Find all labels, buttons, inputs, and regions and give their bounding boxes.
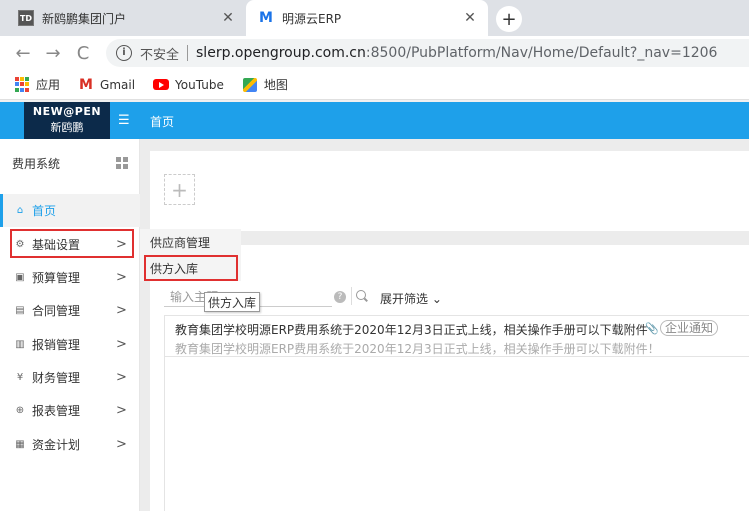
notice-title[interactable]: 教育集团学校明源ERP费用系统于2020年12月3日正式上线，相关操作手册可以下… xyxy=(175,321,648,338)
close-icon[interactable]: ✕ xyxy=(218,10,238,26)
sidebar-item-label: 预算管理 xyxy=(32,271,81,285)
page-title[interactable]: 首页 xyxy=(150,113,174,130)
sidebar: 费用系统 ⌂ 首页 ⚙ 基础设置 > ▣ 预算管理 > ▤ 合同管理 > ▥ 报… xyxy=(0,139,140,511)
mingyuan-favicon-icon: M xyxy=(259,10,273,26)
report-icon: ⊕ xyxy=(15,405,25,416)
sidebar-item-label: 财务管理 xyxy=(32,371,81,385)
address-bar: ← → C i 不安全 slerp.opengroup.com.cn:8500/… xyxy=(0,36,749,70)
info-icon[interactable]: i xyxy=(116,45,132,61)
divider xyxy=(187,45,189,61)
chevron-right-icon: > xyxy=(116,370,127,385)
logo-text-cn: 新鸥鹏 xyxy=(50,121,84,134)
bookmark-label: Gmail xyxy=(100,77,136,92)
sidebar-item-reimburse[interactable]: ▥ 报销管理 > xyxy=(0,328,140,361)
sidebar-item-label: 合同管理 xyxy=(32,304,81,318)
notice-summary: 教育集团学校明源ERP费用系统于2020年12月3日正式上线，相关操作手册可以下… xyxy=(175,342,660,356)
bookmark-youtube[interactable]: YouTube xyxy=(153,77,224,93)
home-icon: ⌂ xyxy=(16,205,24,216)
help-icon[interactable]: ? xyxy=(334,291,346,303)
chevron-right-icon: > xyxy=(116,337,127,352)
submenu-item-supplier-management[interactable]: 供应商管理 xyxy=(140,229,241,255)
new-tab-button[interactable]: + xyxy=(496,6,522,32)
bookmark-gmail[interactable]: M Gmail xyxy=(78,77,135,93)
sidebar-item-home[interactable]: ⌂ 首页 xyxy=(0,194,140,227)
attachment-icon[interactable]: 📎 xyxy=(645,322,659,335)
maps-icon xyxy=(242,77,258,93)
sidebar-item-report[interactable]: ⊕ 报表管理 > xyxy=(0,394,140,427)
budget-icon: ▣ xyxy=(15,272,25,283)
td-favicon-icon: TD xyxy=(18,10,34,26)
sidebar-item-label: 资金计划 xyxy=(32,438,81,452)
url-path: :8500/PubPlatform/Nav/Home/Default?_nav=… xyxy=(365,45,718,61)
back-arrow-icon[interactable]: ← xyxy=(8,43,38,64)
add-shortcut-button[interactable]: + xyxy=(164,174,195,205)
url-omnibox[interactable]: i 不安全 slerp.opengroup.com.cn:8500/PubPla… xyxy=(106,39,749,67)
notice-list xyxy=(164,357,749,511)
tab-title: 明源云ERP xyxy=(282,11,342,26)
notice-category-badge: 企业通知 xyxy=(660,320,719,336)
browser-tabstrip: TD 新鸥鹏集团门户 ✕ M 明源云ERP ✕ + xyxy=(0,0,749,36)
bookmarks-bar: 应用 M Gmail YouTube 地图 xyxy=(0,70,749,100)
menu-toggle-icon[interactable]: ☰ xyxy=(118,113,130,128)
bookmark-apps[interactable]: 应用 xyxy=(14,76,60,93)
sidebar-item-fund-plan[interactable]: ▦ 资金计划 > xyxy=(0,428,140,461)
highlight-box-basic-settings xyxy=(10,229,134,258)
fund-icon: ▦ xyxy=(15,439,25,450)
chevron-down-icon: ⌄ xyxy=(428,292,442,306)
youtube-icon xyxy=(153,77,170,93)
expand-filter-toggle[interactable]: 展开筛选 ⌄ xyxy=(380,290,442,307)
bookmark-label: YouTube xyxy=(175,77,224,92)
tab-title: 新鸥鹏集团门户 xyxy=(42,11,127,26)
sidebar-item-label: 首页 xyxy=(32,204,57,218)
highlight-box-supplier-intake xyxy=(144,255,238,281)
logo-text-en: NEW@PEN xyxy=(32,105,102,118)
url-host: slerp.opengroup.com.cn xyxy=(196,45,366,61)
forward-arrow-icon[interactable]: → xyxy=(38,43,68,64)
bookmark-maps[interactable]: 地图 xyxy=(242,76,288,93)
sidebar-item-contract[interactable]: ▤ 合同管理 > xyxy=(0,294,140,327)
filter-label: 展开筛选 xyxy=(380,292,429,306)
bookmark-label: 应用 xyxy=(36,78,61,92)
close-icon[interactable]: ✕ xyxy=(460,10,480,26)
chevron-right-icon: > xyxy=(116,437,127,452)
finance-icon: ¥ xyxy=(16,372,24,383)
app-header: NEW@PEN 新鸥鹏 ☰ 首页 xyxy=(0,102,749,139)
gmail-icon: M xyxy=(79,76,93,93)
apps-grid-icon xyxy=(14,76,30,93)
security-label: 不安全 xyxy=(140,47,180,63)
sidebar-item-budget[interactable]: ▣ 预算管理 > xyxy=(0,261,140,294)
bookmark-label: 地图 xyxy=(263,78,288,92)
company-logo[interactable]: NEW@PEN 新鸥鹏 xyxy=(24,102,110,139)
reimburse-icon: ▥ xyxy=(15,339,25,350)
grid-switch-icon[interactable] xyxy=(116,157,128,169)
tooltip: 供方入库 xyxy=(204,292,260,312)
contract-icon: ▤ xyxy=(15,305,25,316)
search-icon[interactable] xyxy=(351,287,369,305)
url-text[interactable]: slerp.opengroup.com.cn:8500/PubPlatform/… xyxy=(196,45,717,61)
browser-tab-erp[interactable]: M 明源云ERP ✕ xyxy=(246,0,488,36)
chevron-right-icon: > xyxy=(116,270,127,285)
browser-tab-portal[interactable]: TD 新鸥鹏集团门户 ✕ xyxy=(6,0,246,36)
chevron-right-icon: > xyxy=(116,403,127,418)
reload-icon[interactable]: C xyxy=(68,43,98,64)
sidebar-item-label: 报销管理 xyxy=(32,338,81,352)
chevron-right-icon: > xyxy=(116,303,127,318)
shortcut-card xyxy=(150,151,749,231)
system-title: 费用系统 xyxy=(12,157,61,171)
notice-item[interactable]: 教育集团学校明源ERP费用系统于2020年12月3日正式上线，相关操作手册可以下… xyxy=(164,315,749,357)
sidebar-item-finance[interactable]: ¥ 财务管理 > xyxy=(0,361,140,394)
sidebar-item-label: 报表管理 xyxy=(32,404,81,418)
